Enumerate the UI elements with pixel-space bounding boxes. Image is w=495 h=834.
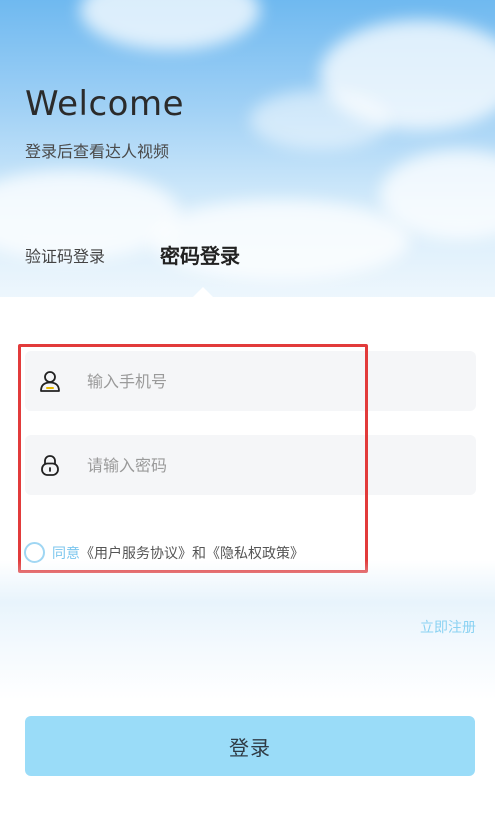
password-field bbox=[25, 435, 476, 495]
password-input[interactable] bbox=[87, 435, 457, 495]
phone-input[interactable] bbox=[87, 351, 457, 411]
user-icon bbox=[40, 371, 60, 392]
welcome-subtitle: 登录后查看达人视频 bbox=[25, 142, 170, 161]
tab-password-login[interactable]: 密码登录 bbox=[160, 240, 240, 269]
tab-verification-code-login[interactable]: 验证码登录 bbox=[25, 243, 105, 267]
active-tab-indicator bbox=[193, 287, 213, 297]
login-button[interactable]: 登录 bbox=[25, 716, 475, 776]
welcome-title: Welcome bbox=[25, 84, 185, 124]
lock-icon bbox=[41, 455, 59, 476]
register-link[interactable]: 立即注册 bbox=[420, 617, 476, 637]
phone-field bbox=[25, 351, 476, 411]
login-screen: Welcome 登录后查看达人视频 验证码登录 密码登录 同意《用户服务协议》和… bbox=[0, 0, 495, 834]
